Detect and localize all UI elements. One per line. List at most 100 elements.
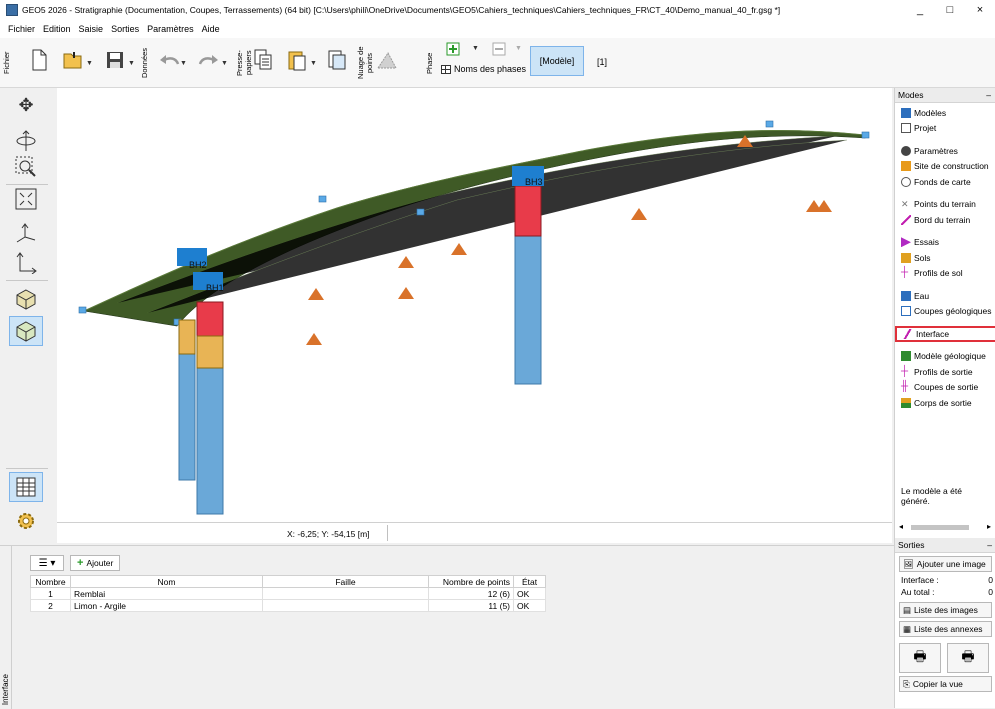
- mode-fonds-carte[interactable]: Fonds de carte: [895, 174, 995, 190]
- group-label-phase: Phase: [425, 52, 434, 74]
- mode-sols[interactable]: Sols: [895, 250, 995, 266]
- paste-icon[interactable]: [284, 44, 310, 76]
- table-row[interactable]: 1 Remblai 12 (6) OK: [30, 587, 546, 600]
- row-points: 12 (6): [428, 587, 514, 600]
- model-3d-scene: BH2 BH1 BH3: [78, 120, 870, 515]
- table-icon: [441, 64, 451, 74]
- settings-icon: [901, 145, 911, 156]
- plus-icon: +: [77, 557, 84, 569]
- mode-modeles[interactable]: Modèles: [895, 105, 995, 121]
- menu-aide[interactable]: Aide: [202, 24, 220, 34]
- add-image-button[interactable]: 🖼 Ajouter une image: [899, 556, 992, 572]
- mode-eau[interactable]: Eau: [895, 288, 995, 304]
- col-nombre-points[interactable]: Nombre de points: [428, 575, 514, 588]
- table-view-icon[interactable]: [9, 472, 43, 502]
- new-file-icon[interactable]: [26, 44, 52, 76]
- save-icon[interactable]: [102, 44, 128, 76]
- soils-icon: [901, 252, 911, 263]
- print-icon[interactable]: 🖶: [899, 643, 941, 673]
- print-pdf-icon[interactable]: 🖶: [947, 643, 989, 673]
- model-viewport[interactable]: BH2 BH1 BH3: [57, 88, 892, 522]
- row-name: Remblai: [70, 587, 263, 600]
- menu-sorties[interactable]: Sorties: [111, 24, 139, 34]
- mode-coupes-geologiques[interactable]: Coupes géologiques: [895, 304, 995, 320]
- maximize-button[interactable]: □: [935, 4, 965, 16]
- add-phase-icon[interactable]: [446, 42, 460, 58]
- zoom-window-icon[interactable]: [9, 152, 43, 182]
- model-stage-button[interactable]: [Modèle]: [530, 46, 584, 76]
- axes-2d-icon[interactable]: [9, 248, 43, 278]
- list-menu-button[interactable]: ☰ ▾: [30, 555, 64, 571]
- paste-dropdown-icon[interactable]: ▼: [310, 60, 317, 67]
- list-images-button[interactable]: ▤ Liste des images: [899, 602, 992, 618]
- gear-icon[interactable]: [9, 506, 43, 536]
- borehole-bh3: [512, 166, 544, 385]
- minimize-button[interactable]: _: [905, 4, 935, 16]
- phase-names-label: Noms des phases: [454, 64, 527, 74]
- window-title: GEO5 2026 - Stratigraphie (Documentation…: [22, 5, 781, 15]
- menu-edition[interactable]: Edition: [43, 24, 71, 34]
- menu-fichier[interactable]: Fichier: [8, 24, 35, 34]
- row-state: OK: [513, 587, 546, 600]
- phase-names-button[interactable]: Noms des phases: [441, 64, 526, 74]
- table-row[interactable]: 2 Limon - Argile 11 (5) OK: [30, 599, 546, 612]
- modes-scrollbar[interactable]: ◂ ▸: [899, 522, 991, 532]
- menu-saisie[interactable]: Saisie: [79, 24, 104, 34]
- mode-projet[interactable]: Projet: [895, 121, 995, 137]
- row-state: OK: [513, 599, 546, 612]
- point-cloud-icon[interactable]: [374, 44, 400, 76]
- menu-parametres[interactable]: Paramètres: [147, 24, 194, 34]
- col-faille[interactable]: Faille: [262, 575, 429, 588]
- mode-site-construction[interactable]: Site de construction: [895, 159, 995, 175]
- side-tab-interface[interactable]: Interface: [0, 546, 12, 709]
- open-dropdown-icon[interactable]: ▼: [86, 60, 93, 67]
- undo-dropdown-icon[interactable]: ▼: [180, 60, 187, 67]
- mode-modele-geologique[interactable]: Modèle géologique: [895, 349, 995, 365]
- redo-dropdown-icon[interactable]: ▼: [221, 60, 228, 67]
- col-nombre[interactable]: Nombre: [30, 575, 71, 588]
- add-interface-button[interactable]: + Ajouter: [70, 555, 121, 571]
- zoom-extents-icon[interactable]: [9, 184, 43, 214]
- view-toolbar: ✥: [0, 88, 56, 543]
- mode-corps-sortie[interactable]: Corps de sortie: [895, 395, 995, 411]
- water-icon: [901, 290, 911, 301]
- mode-essais[interactable]: Essais: [895, 235, 995, 251]
- remove-phase-icon[interactable]: [492, 42, 506, 58]
- mode-profils-sortie[interactable]: ┼ Profils de sortie: [895, 364, 995, 380]
- list-annexes-button[interactable]: ▦ Liste des annexes: [899, 621, 992, 637]
- mode-interface[interactable]: Interface: [895, 326, 995, 342]
- stage-1-tab[interactable]: [1]: [597, 57, 607, 67]
- interface-icon: [903, 328, 913, 339]
- undo-icon[interactable]: [156, 44, 182, 76]
- paste-special-icon[interactable]: [324, 44, 350, 76]
- main-toolbar: Fichier ▼ ▼ Données ▼ ▼ Presse-papiers ▼…: [0, 38, 995, 88]
- total-count: Au total : 0: [901, 587, 993, 597]
- group-label-donnees: Données: [140, 47, 149, 79]
- copy-view-button[interactable]: ⎘ Copier la vue: [899, 676, 992, 692]
- mode-points-terrain[interactable]: ✕ Points du terrain: [895, 197, 995, 213]
- pan-icon[interactable]: ✥: [9, 90, 43, 120]
- close-button[interactable]: ×: [965, 4, 995, 16]
- copy-icon[interactable]: [250, 44, 276, 76]
- redo-icon[interactable]: [196, 44, 222, 76]
- add-phase-dropdown-icon[interactable]: ▼: [472, 45, 479, 52]
- save-dropdown-icon[interactable]: ▼: [128, 60, 135, 67]
- col-etat[interactable]: État: [513, 575, 546, 588]
- soil-profiles-icon: ┼: [901, 267, 909, 279]
- mode-profils-sol[interactable]: ┼ Profils de sol: [895, 266, 995, 282]
- row-name: Limon - Argile: [70, 599, 263, 612]
- outputs-header: Sorties –: [895, 538, 995, 553]
- mode-bord-terrain[interactable]: Bord du terrain: [895, 212, 995, 228]
- interface-table-panel: Interface ☰ ▾ + Ajouter Nombre Nom Faille…: [0, 545, 894, 709]
- menu-bar: Fichier Edition Saisie Sorties Paramètre…: [0, 20, 995, 38]
- remove-phase-dropdown-icon[interactable]: ▼: [515, 45, 522, 52]
- axes-3d-icon[interactable]: [9, 218, 43, 248]
- mode-parametres[interactable]: Paramètres: [895, 143, 995, 159]
- view-3d-icon[interactable]: [9, 316, 43, 346]
- view-top-icon[interactable]: [9, 284, 43, 314]
- output-bodies-icon: [901, 397, 911, 408]
- col-nom[interactable]: Nom: [70, 575, 263, 588]
- open-file-icon[interactable]: [60, 44, 86, 76]
- group-label-fichier: Fichier: [2, 51, 11, 75]
- mode-coupes-sortie[interactable]: ╫ Coupes de sortie: [895, 380, 995, 396]
